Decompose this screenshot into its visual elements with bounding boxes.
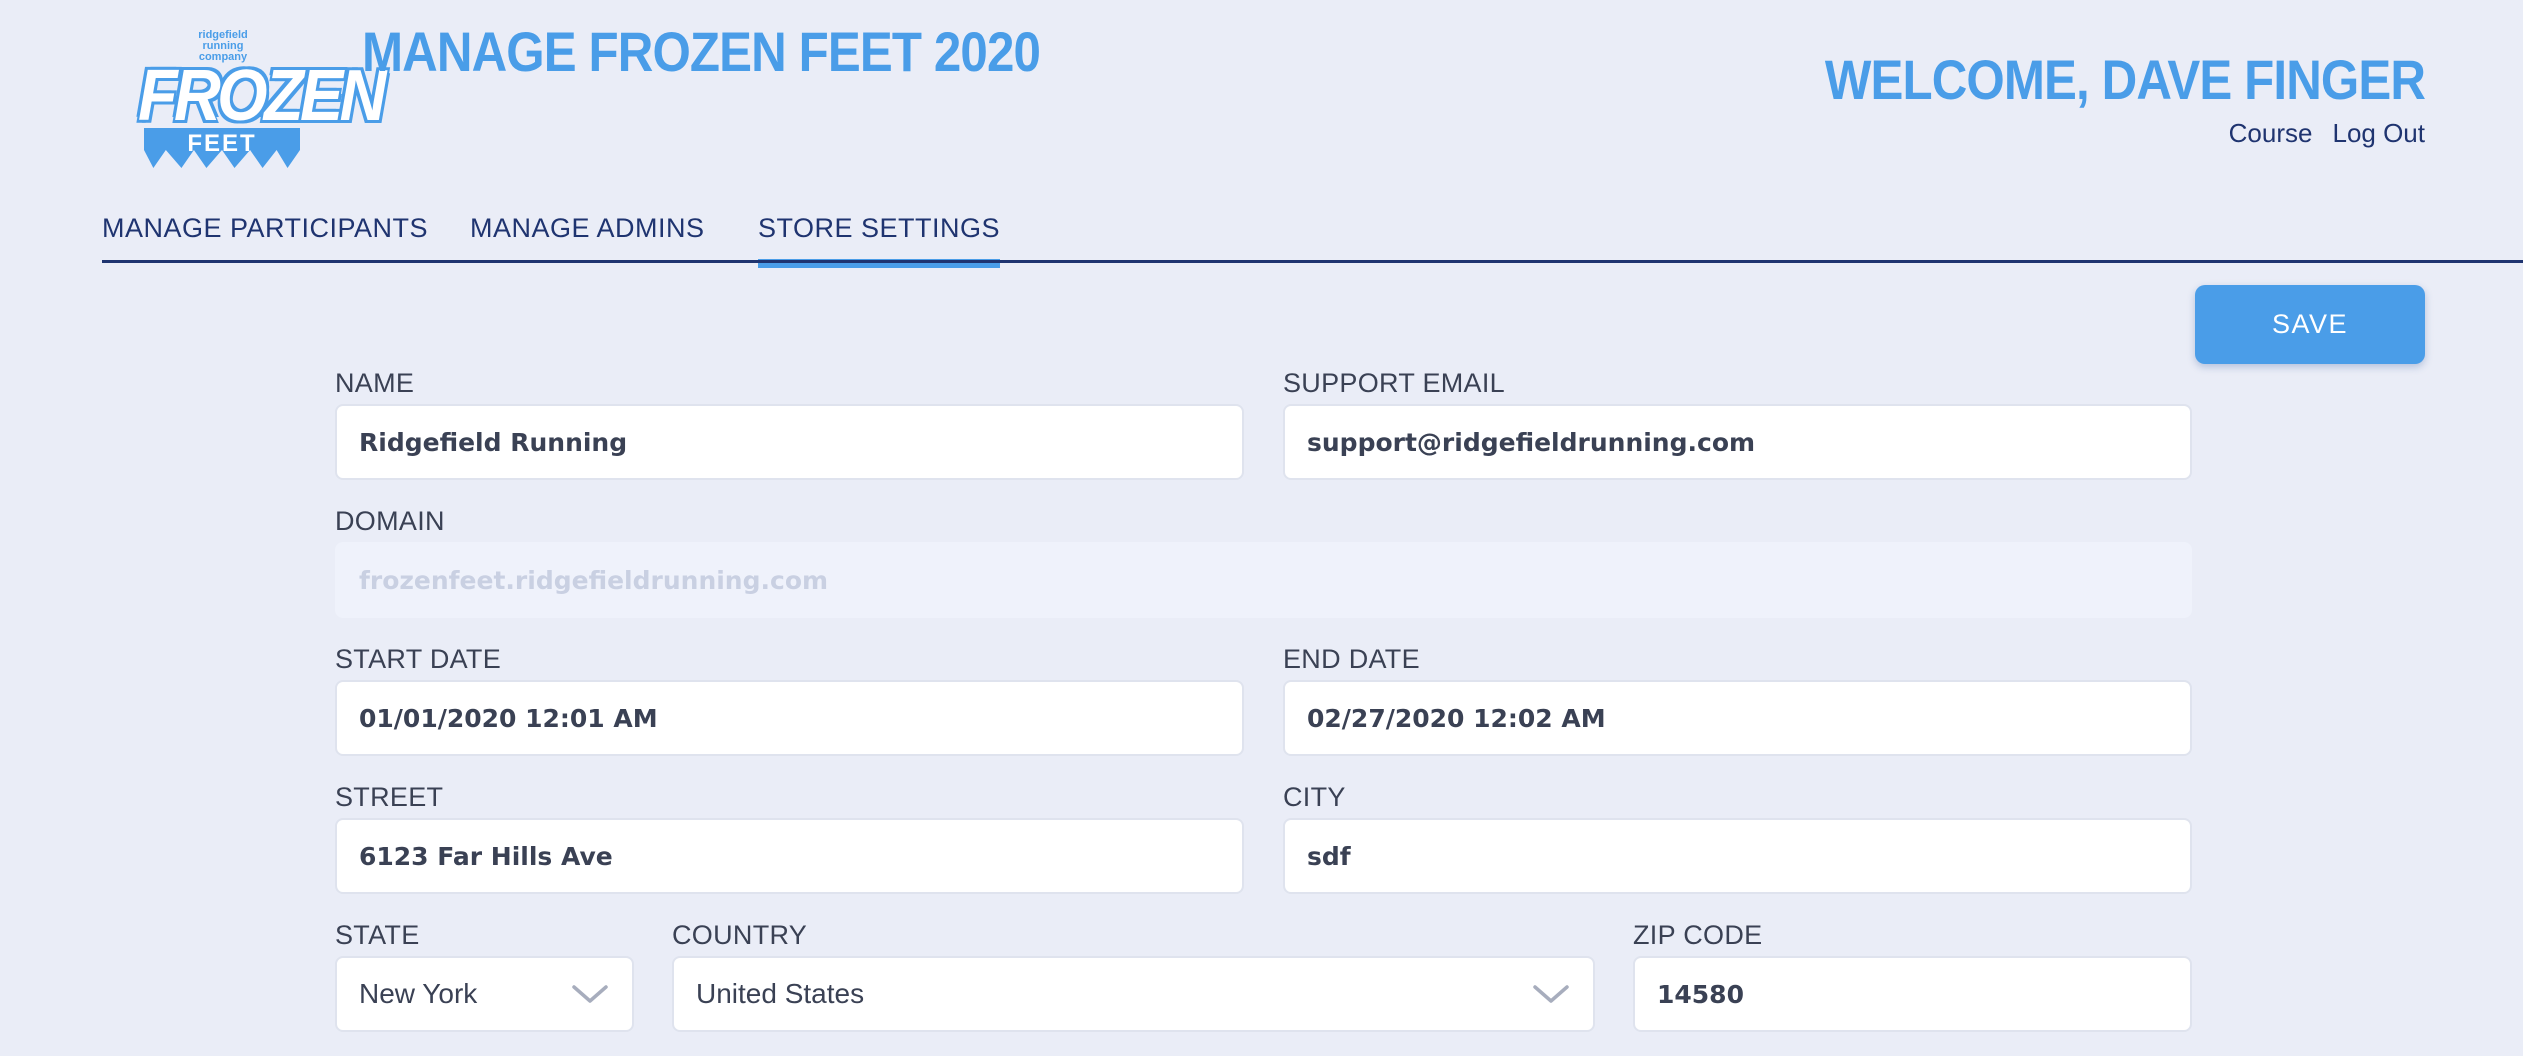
chevron-down-icon [1533,985,1569,1003]
street-field[interactable] [335,818,1244,894]
country-select[interactable]: United States [672,956,1595,1032]
logo-subtitle: FEET [187,130,257,157]
city-label: CITY [1283,782,1346,812]
page-title: MANAGE FROZEN FEET 2020 [362,20,1041,83]
chevron-down-icon [572,985,608,1003]
main-tabs: MANAGE PARTICIPANTS MANAGE ADMINS STORE … [102,200,1001,268]
tab-store-settings[interactable]: STORE SETTINGS [758,200,1001,268]
country-label: COUNTRY [672,920,808,950]
save-button[interactable]: SAVE [2195,285,2425,364]
name-field[interactable] [335,404,1244,480]
end-date-label: END DATE [1283,644,1420,674]
support-email-field[interactable] [1283,404,2192,480]
tab-manage-participants[interactable]: MANAGE PARTICIPANTS [102,200,470,260]
domain-label: DOMAIN [335,506,445,536]
city-field[interactable] [1283,818,2192,894]
zip-code-label: ZIP CODE [1633,920,1763,950]
name-label: NAME [335,368,415,398]
end-date-field[interactable] [1283,680,2192,756]
user-links: Course Log Out [2229,118,2425,149]
start-date-label: START DATE [335,644,502,674]
state-select[interactable]: New York [335,956,634,1032]
state-select-value: New York [359,978,478,1009]
logo-wordmark: FROZEN [138,56,386,136]
logout-link[interactable]: Log Out [2332,118,2425,149]
start-date-field[interactable] [335,680,1244,756]
frozen-feet-logo[interactable]: ridgefield running company FROZEN FEET [128,28,386,198]
welcome-message: WELCOME, DAVE FINGER [1824,48,2426,111]
domain-field [335,542,2192,618]
course-link[interactable]: Course [2229,118,2313,149]
state-label: STATE [335,920,420,950]
zip-code-field[interactable] [1633,956,2192,1032]
support-email-label: SUPPORT EMAIL [1283,368,1505,398]
country-select-value: United States [696,978,865,1009]
street-label: STREET [335,782,444,812]
tab-divider [102,260,2523,263]
tab-manage-admins[interactable]: MANAGE ADMINS [470,200,758,260]
